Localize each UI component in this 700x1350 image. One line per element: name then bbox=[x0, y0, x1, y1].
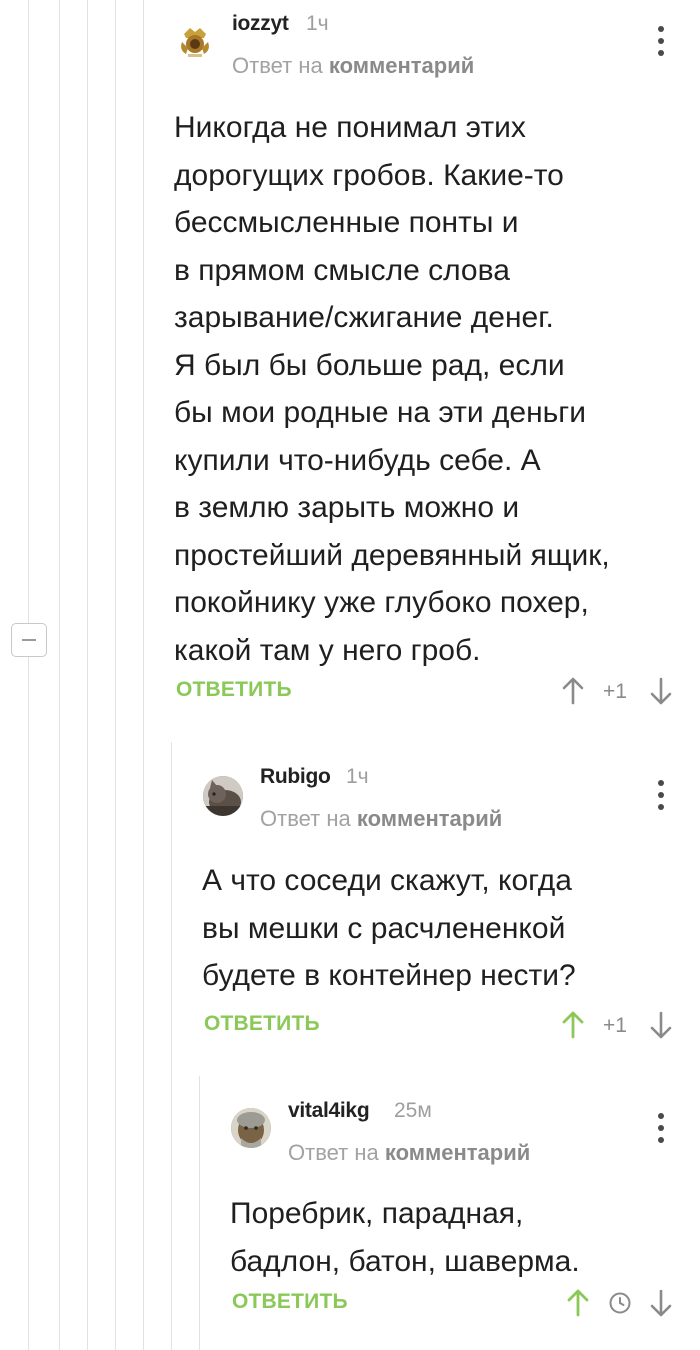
avatar[interactable] bbox=[231, 1108, 271, 1148]
portrait-avatar-image bbox=[231, 1108, 271, 1148]
comment-vital4ikg: vital4ikg 25м Ответ на комментарий Пореб… bbox=[0, 0, 700, 1340]
reply-to-line: Ответ на комментарий bbox=[288, 1140, 530, 1166]
reply-button[interactable]: ОТВЕТИТЬ bbox=[232, 1290, 348, 1314]
comment-time: 25м bbox=[394, 1099, 432, 1122]
arrow-down-icon[interactable] bbox=[648, 1288, 674, 1318]
arrow-up-icon[interactable] bbox=[565, 1288, 591, 1318]
reply-to-link[interactable]: комментарий bbox=[385, 1140, 530, 1165]
more-options-button[interactable] bbox=[651, 1113, 671, 1143]
reply-to-prefix: Ответ на bbox=[288, 1140, 379, 1165]
comment-text: Поребрик, парадная, бадлон, батон, шавер… bbox=[230, 1197, 580, 1278]
clock-icon bbox=[609, 1292, 631, 1314]
author-name[interactable]: vital4ikg bbox=[288, 1099, 370, 1123]
